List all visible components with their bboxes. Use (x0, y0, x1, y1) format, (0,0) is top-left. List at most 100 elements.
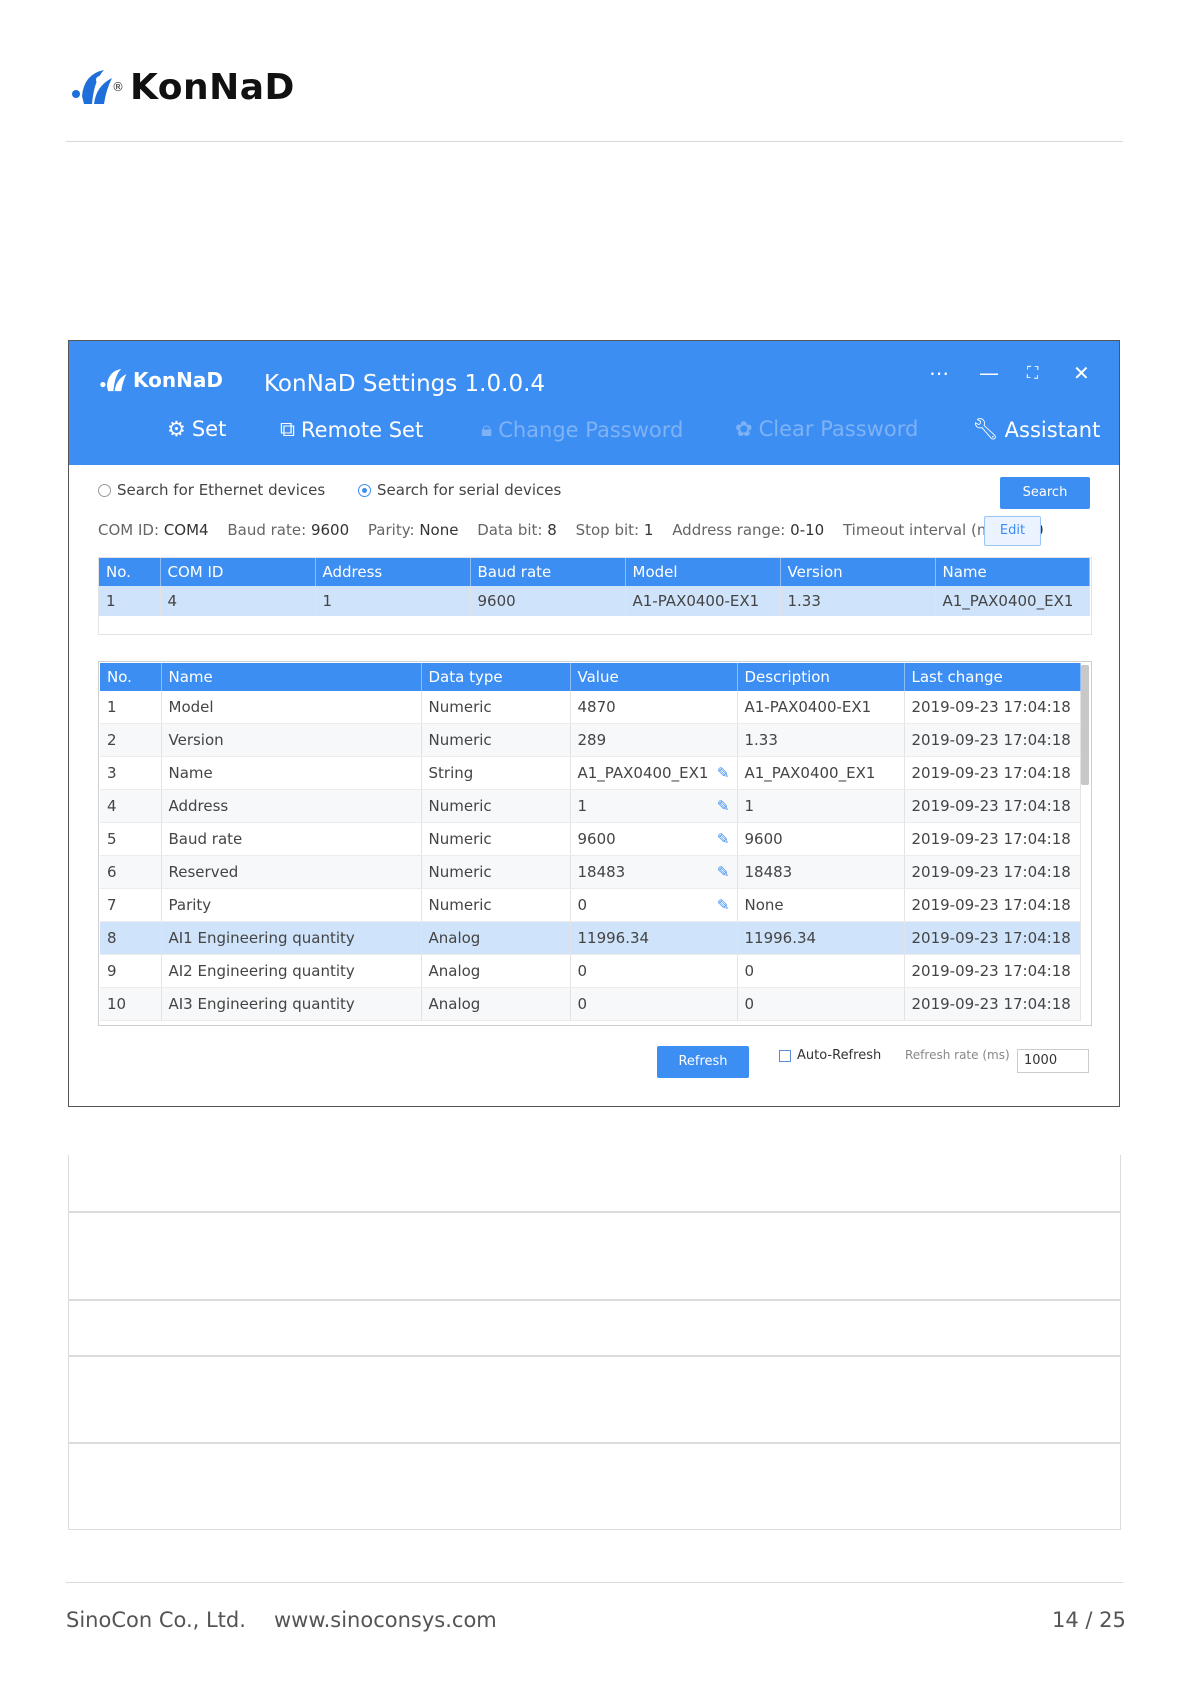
device-cell: A1_PAX0400_EX1 (935, 586, 1090, 616)
register-row[interactable]: 7 Parity Numeric 0 ✎ None 2019-09-23 17:04:18 (100, 888, 1081, 922)
edit-pen-icon[interactable]: ✎ (717, 830, 730, 848)
vertical-scrollbar[interactable] (1081, 665, 1089, 785)
device-col-header[interactable]: Baud rate (470, 558, 626, 586)
register-cell: 4870 (570, 691, 738, 724)
register-cell-text: 2019-09-23 17:04:18 (911, 962, 1071, 980)
device-col-header[interactable]: Model (625, 558, 781, 586)
edit-pen-icon[interactable]: ✎ (717, 896, 730, 914)
register-cell-text: Address (168, 797, 229, 815)
register-cell: Name (161, 756, 422, 790)
device-col-header[interactable]: No. (99, 558, 161, 586)
register-cell: 2019-09-23 17:04:18 (904, 987, 1081, 1021)
register-cell-text: 2019-09-23 17:04:18 (911, 731, 1071, 749)
register-cell: 3 (100, 756, 162, 790)
radio-ethernet-button[interactable] (98, 483, 111, 497)
edit-button[interactable]: Edit (984, 516, 1041, 546)
close-icon[interactable]: ✕ (1073, 361, 1090, 385)
register-cell: 7 (100, 888, 162, 922)
register-cell-text: 2 (107, 731, 117, 749)
register-cell: 2019-09-23 17:04:18 (904, 789, 1081, 823)
footer-website[interactable]: www.sinoconsys.com (274, 1608, 497, 1632)
register-cell[interactable]: 0 ✎ (570, 888, 738, 922)
register-row[interactable]: 1 Model Numeric 4870 A1-PAX0400-EX1 2019-09-2… (100, 691, 1081, 724)
register-cell: Version (161, 723, 422, 757)
register-row[interactable]: 2 Version Numeric 289 1.33 2019-09-23 17:04:1… (100, 723, 1081, 757)
register-col-header[interactable]: No. (100, 663, 162, 691)
minimize-icon[interactable]: — (979, 361, 999, 385)
auto-refresh-toggle[interactable]: Auto-Refresh (779, 1048, 881, 1063)
radio-ethernet[interactable]: Search for Ethernet devices (98, 481, 325, 499)
register-cell-text: 2019-09-23 17:04:18 (911, 797, 1071, 815)
register-cell: A1-PAX0400-EX1 (737, 691, 905, 724)
register-row[interactable]: 9 AI2 Engineering quantity Analog 0 0 2019-09… (100, 954, 1081, 988)
register-cell-text: 4870 (577, 698, 616, 716)
auto-refresh-checkbox[interactable] (779, 1049, 791, 1062)
device-col-header[interactable]: Address (315, 558, 471, 586)
register-cell-text: 9 (107, 962, 117, 980)
register-row[interactable]: 5 Baud rate Numeric 9600 ✎ 9600 2019-09-23 17:… (100, 822, 1081, 856)
register-cell: 6 (100, 855, 162, 889)
device-col-header[interactable]: Name (935, 558, 1090, 586)
menu-set[interactable]: ⚙ Set (167, 417, 226, 441)
menu-change-password: 🔒︎ Change Password (481, 417, 683, 442)
refresh-button[interactable]: Refresh (657, 1046, 749, 1078)
register-row[interactable]: 3 Name String A1_PAX0400_EX1 ✎ A1_PAX0400_EX1… (100, 756, 1081, 790)
register-row[interactable]: 6 Reserved Numeric 18483 ✎ 18483 2019-09-23 17… (100, 855, 1081, 889)
register-cell-text: Parity (168, 896, 212, 914)
register-row[interactable]: 4 Address Numeric 1 ✎ 1 2019-09-23 17:04:18 (100, 789, 1081, 823)
form-cell-1 (68, 1155, 1121, 1212)
register-cell-text: A1_PAX0400_EX1 (744, 764, 876, 782)
register-col-header[interactable]: Last change (904, 663, 1081, 691)
baud-value: 9600 (310, 521, 350, 539)
register-cell[interactable]: 18483 ✎ (570, 855, 738, 889)
search-button[interactable]: Search (1000, 477, 1090, 509)
register-col-header[interactable]: Description (737, 663, 905, 691)
register-cell: A1_PAX0400_EX1 (737, 756, 905, 790)
register-cell[interactable]: 1 ✎ (570, 789, 738, 823)
register-cell[interactable]: 9600 ✎ (570, 822, 738, 856)
app-header: KonNaD KonNaD Settings 1.0.0.4 ⋯ — ⛶ ✕ ⚙… (69, 341, 1119, 465)
more-icon[interactable]: ⋯ (929, 361, 949, 385)
edit-pen-icon[interactable]: ✎ (717, 863, 730, 881)
radio-serial-button[interactable] (358, 483, 371, 497)
footer-divider (66, 1582, 1123, 1583)
register-col-header[interactable]: Name (161, 663, 422, 691)
register-cell[interactable]: A1_PAX0400_EX1 ✎ (570, 756, 738, 790)
register-row[interactable]: 10 AI3 Engineering quantity Analog 0 0 2019-0… (100, 987, 1081, 1021)
device-col-header[interactable]: COM ID (160, 558, 316, 586)
register-col-header[interactable]: Data type (421, 663, 571, 691)
maximize-icon[interactable]: ⛶ (1027, 363, 1038, 383)
register-cell: None (737, 888, 905, 922)
register-cell-text: Numeric (428, 698, 492, 716)
register-cell-text: 2019-09-23 17:04:18 (911, 764, 1071, 782)
register-col-header[interactable]: Value (570, 663, 738, 691)
footer-company: SinoCon Co., Ltd. (66, 1608, 246, 1632)
register-cell: 0 (737, 954, 905, 988)
brand-name: KonNaD (130, 66, 295, 108)
menu-remote-set[interactable]: ⧉ Remote Set (280, 417, 423, 442)
register-cell: 10 (100, 987, 162, 1021)
radio-serial[interactable]: Search for serial devices (358, 481, 561, 499)
register-cell: Numeric (421, 888, 571, 922)
edit-pen-icon[interactable]: ✎ (717, 797, 730, 815)
menu-remote-set-label: Remote Set (301, 417, 424, 442)
register-cell-text: 0 (577, 962, 588, 980)
register-cell: 0 (737, 987, 905, 1021)
form-cell-3 (68, 1300, 1121, 1356)
device-cell: 1.33 (780, 586, 936, 616)
register-cell: 2019-09-23 17:04:18 (904, 855, 1081, 889)
register-cell: AI3 Engineering quantity (161, 987, 422, 1021)
header-divider (66, 141, 1123, 142)
device-row[interactable]: 1 4 1 9600 A1-PAX0400-EX1 1.33 A1_PAX0400_EX1 (99, 586, 1090, 616)
page-number: 14 / 25 (1052, 1608, 1126, 1632)
register-cell: 1.33 (737, 723, 905, 757)
refresh-rate-input[interactable]: 1000 (1017, 1049, 1089, 1073)
register-cell-text: 1.33 (744, 731, 778, 749)
register-cell-text: 11996.34 (577, 929, 650, 947)
device-col-header[interactable]: Version (780, 558, 936, 586)
menu-assistant[interactable]: 🔧︎ Assistant (972, 417, 1100, 442)
device-cell: 1 (315, 586, 471, 616)
register-cell: Analog (421, 954, 571, 988)
register-row[interactable]: 8 AI1 Engineering quantity Analog 11996.34 1… (100, 921, 1081, 955)
edit-pen-icon[interactable]: ✎ (717, 764, 730, 782)
